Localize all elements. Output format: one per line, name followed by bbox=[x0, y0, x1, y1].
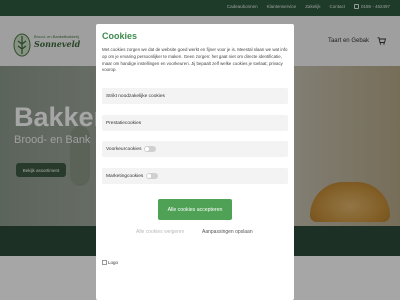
cookie-option-label: Marketingcookies bbox=[106, 173, 144, 179]
modal-logo: Logo bbox=[102, 260, 118, 265]
cookie-modal-description: Met cookies zorgen we dat de website goe… bbox=[102, 47, 288, 73]
cookie-option-label: Voorkeurcookies bbox=[106, 146, 142, 152]
save-preferences-link[interactable]: Aanpassingen opslaan bbox=[202, 229, 253, 235]
logo-alt-text: Logo bbox=[108, 260, 119, 265]
preference-toggle[interactable] bbox=[144, 146, 157, 152]
cookie-option-performance[interactable]: Prestatiecookies bbox=[102, 115, 288, 131]
accept-all-button[interactable]: Alle cookies accepteren bbox=[158, 199, 232, 220]
cookie-option-label: Prestatiecookies bbox=[106, 120, 142, 126]
cookie-option-preference[interactable]: Voorkeurcookies bbox=[102, 141, 288, 157]
cookie-modal-title: Cookies bbox=[102, 31, 138, 41]
deny-all-link[interactable]: Alle cookies weigeren bbox=[136, 229, 184, 235]
cookie-modal: Cookies Met cookies zorgen we dat de web… bbox=[96, 24, 294, 300]
marketing-toggle[interactable] bbox=[146, 173, 159, 179]
cookie-option-necessary[interactable]: Strikt noodzakelijke cookies bbox=[102, 88, 288, 104]
cookie-option-marketing[interactable]: Marketingcookies bbox=[102, 168, 288, 184]
broken-image-icon bbox=[102, 260, 107, 265]
cookie-option-label: Strikt noodzakelijke cookies bbox=[106, 93, 165, 99]
